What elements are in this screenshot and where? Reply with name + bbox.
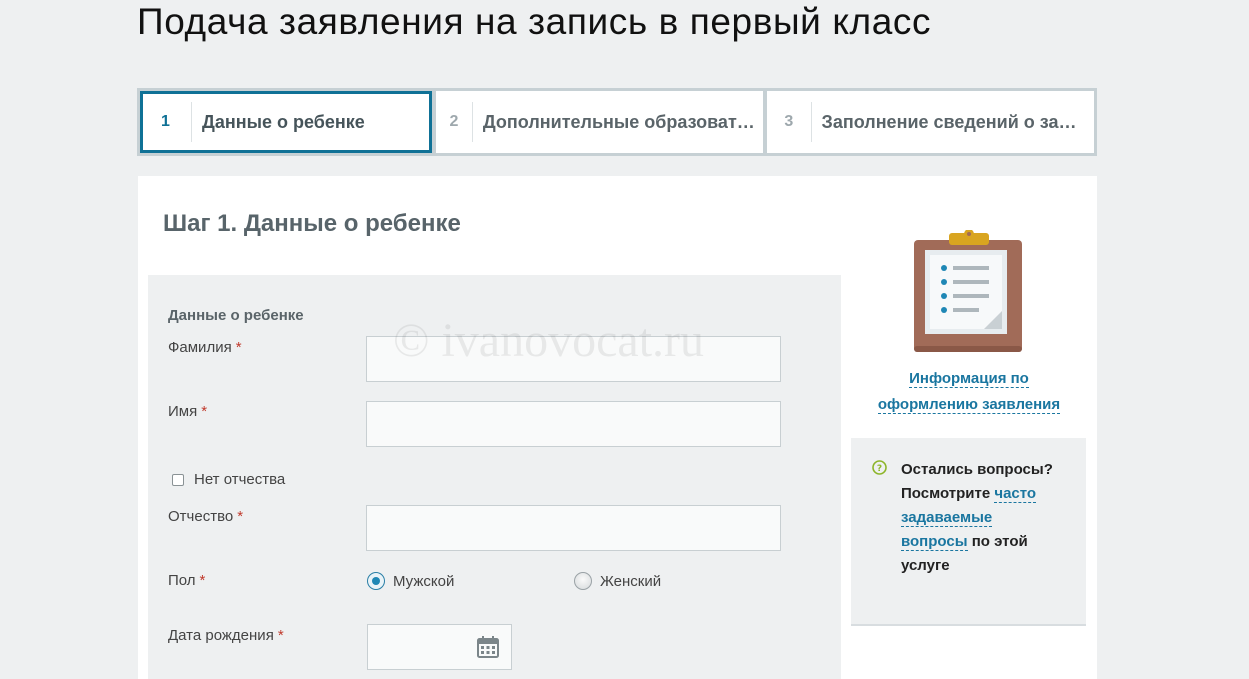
step-heading: Шаг 1. Данные о ребенке — [163, 210, 461, 237]
section-label: Данные о ребенке — [168, 307, 304, 324]
birth-date-input[interactable] — [367, 624, 512, 670]
faq-text: Остались вопросы? Посмотрите часто задав… — [901, 461, 1053, 574]
step-number: 2 — [436, 102, 473, 142]
gender-label: Пол * — [168, 572, 206, 589]
clipboard-icon — [914, 230, 1022, 352]
step-tab-1[interactable]: 1 Данные о ребенке — [140, 91, 432, 153]
male-radio-label: Мужской — [393, 572, 455, 590]
no-patronymic-label: Нет отчества — [194, 471, 286, 488]
name-input[interactable] — [366, 401, 781, 447]
female-radio[interactable] — [574, 572, 592, 590]
step-label: Дополнительные образовательные услуги — [482, 111, 763, 132]
gender-option-female[interactable]: Женский — [574, 572, 661, 590]
application-info-link[interactable]: Информация по оформлению заявления — [851, 366, 1087, 418]
patronymic-label: Отчество * — [168, 508, 244, 525]
required-mark: * — [199, 572, 206, 589]
page-title: Подача заявления на запись в первый клас… — [137, 1, 932, 42]
form-card: Шаг 1. Данные о ребенке Данные о ребенке… — [138, 176, 1097, 679]
required-mark: * — [277, 627, 284, 644]
male-radio[interactable] — [367, 572, 385, 590]
help-sidebar: Информация по оформлению заявления ? Ост… — [851, 176, 1087, 636]
step-tab-3[interactable]: 3 Заполнение сведений о заявителе — [767, 91, 1094, 153]
patronymic-input[interactable] — [366, 505, 781, 551]
calendar-icon[interactable] — [477, 636, 499, 658]
gender-option-male[interactable]: Мужской — [367, 572, 454, 590]
name-label: Имя * — [168, 403, 208, 420]
wizard-steps: 1 Данные о ребенке 2 Дополнительные обра… — [137, 88, 1097, 156]
step-number: 1 — [140, 102, 192, 142]
question-icon: ? — [872, 460, 887, 475]
step-tab-2[interactable]: 2 Дополнительные образовательные услуги — [436, 91, 763, 153]
child-data-panel: Данные о ребенке Фамилия * Имя * Нет отчес… — [148, 275, 841, 679]
faq-box: ? Остались вопросы? Посмотрите часто зад… — [851, 438, 1086, 626]
required-mark: * — [201, 403, 208, 420]
no-patronymic-row[interactable]: Нет отчества — [172, 471, 285, 488]
step-number: 3 — [767, 102, 812, 142]
required-mark: * — [237, 508, 244, 525]
birth-date-label: Дата рождения * — [168, 627, 284, 644]
female-radio-label: Женский — [600, 572, 662, 590]
required-mark: * — [235, 339, 242, 356]
svg-text:?: ? — [877, 464, 882, 474]
surname-label: Фамилия * — [168, 339, 242, 356]
surname-input[interactable] — [366, 336, 781, 382]
step-label: Заполнение сведений о заявителе — [821, 111, 1094, 132]
step-label: Данные о ребенке — [202, 111, 365, 132]
no-patronymic-checkbox[interactable] — [172, 473, 184, 486]
